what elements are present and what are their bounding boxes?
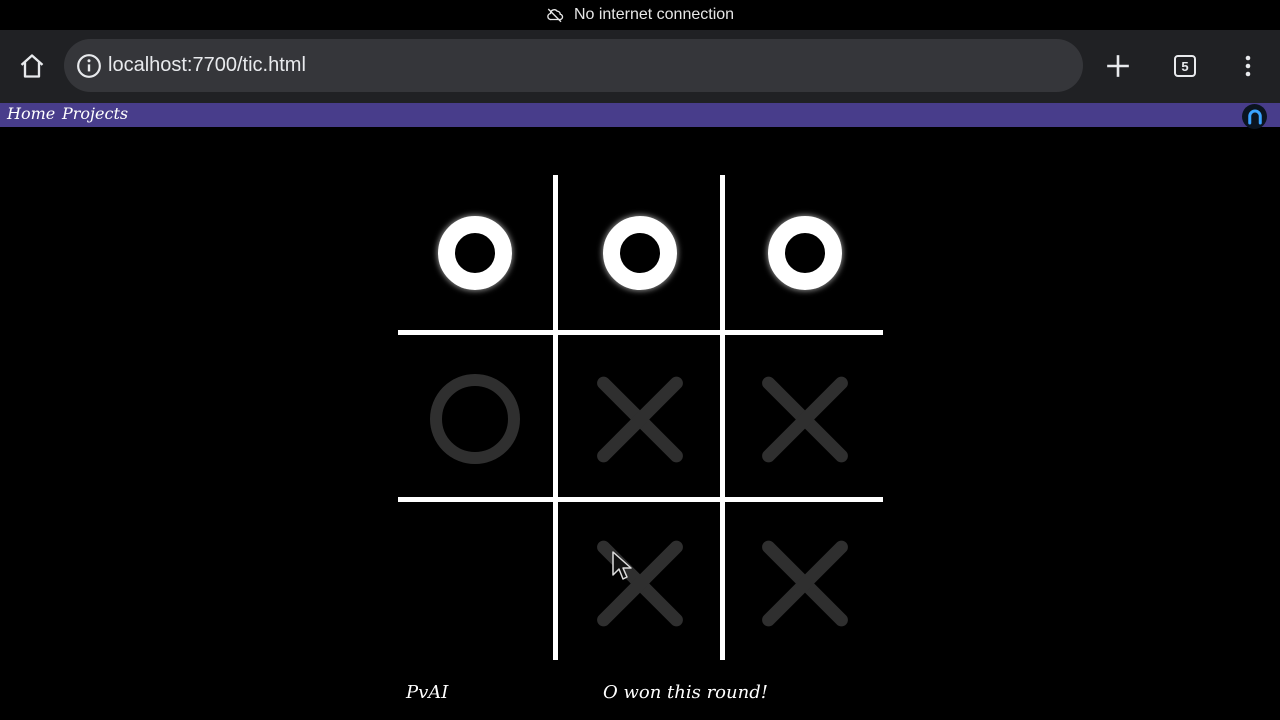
- cell-1[interactable]: [398, 175, 552, 330]
- cell-3[interactable]: [728, 175, 882, 330]
- o-mark: [603, 215, 677, 290]
- status-text: No internet connection: [573, 6, 735, 23]
- address-bar[interactable]: localhost:7700/tic.html: [64, 39, 1083, 92]
- grid-line: [398, 330, 883, 335]
- cloud-off-icon: [547, 8, 564, 23]
- new-tab-button[interactable]: [1100, 48, 1136, 84]
- nav-projects-link[interactable]: Projects: [62, 104, 128, 123]
- o-mark: [768, 215, 842, 290]
- grid-line: [553, 175, 558, 660]
- url-text[interactable]: localhost:7700/tic.html: [108, 54, 306, 77]
- more-vert-icon: [1245, 55, 1251, 77]
- game-board: [398, 175, 883, 660]
- cell-8[interactable]: [563, 505, 717, 660]
- result-message: O won this round!: [603, 682, 768, 703]
- x-mark: [594, 537, 686, 629]
- user-avatar-icon: [1247, 109, 1262, 124]
- cell-6[interactable]: [728, 341, 882, 496]
- tab-switcher-button[interactable]: 5: [1167, 48, 1203, 84]
- home-button[interactable]: [14, 48, 50, 84]
- cell-9[interactable]: [728, 505, 882, 660]
- cell-4[interactable]: [398, 341, 552, 496]
- cell-2[interactable]: [563, 175, 717, 330]
- x-mark: [759, 537, 851, 629]
- site-nav: Home Projects: [0, 103, 1280, 127]
- info-icon[interactable]: [74, 51, 104, 81]
- cell-7[interactable]: [398, 505, 552, 660]
- x-mark: [759, 373, 851, 465]
- status-bar: No internet connection: [0, 0, 1280, 30]
- o-mark: [438, 215, 512, 290]
- x-mark: [594, 373, 686, 465]
- mouse-cursor-icon: [612, 551, 632, 580]
- tabs-icon: 5: [1174, 55, 1196, 77]
- plus-icon: [1107, 55, 1129, 77]
- browser-toolbar: localhost:7700/tic.html 5: [0, 30, 1280, 103]
- home-icon: [20, 54, 44, 78]
- grid-line: [398, 497, 883, 502]
- menu-button[interactable]: [1230, 48, 1266, 84]
- avatar[interactable]: [1242, 104, 1267, 129]
- tab-count: 5: [1181, 58, 1189, 74]
- cell-5[interactable]: [563, 341, 717, 496]
- o-mark: [430, 373, 520, 464]
- nav-home-link[interactable]: Home: [7, 104, 55, 123]
- grid-line: [720, 175, 725, 660]
- game-mode-label: PvAI: [406, 682, 449, 703]
